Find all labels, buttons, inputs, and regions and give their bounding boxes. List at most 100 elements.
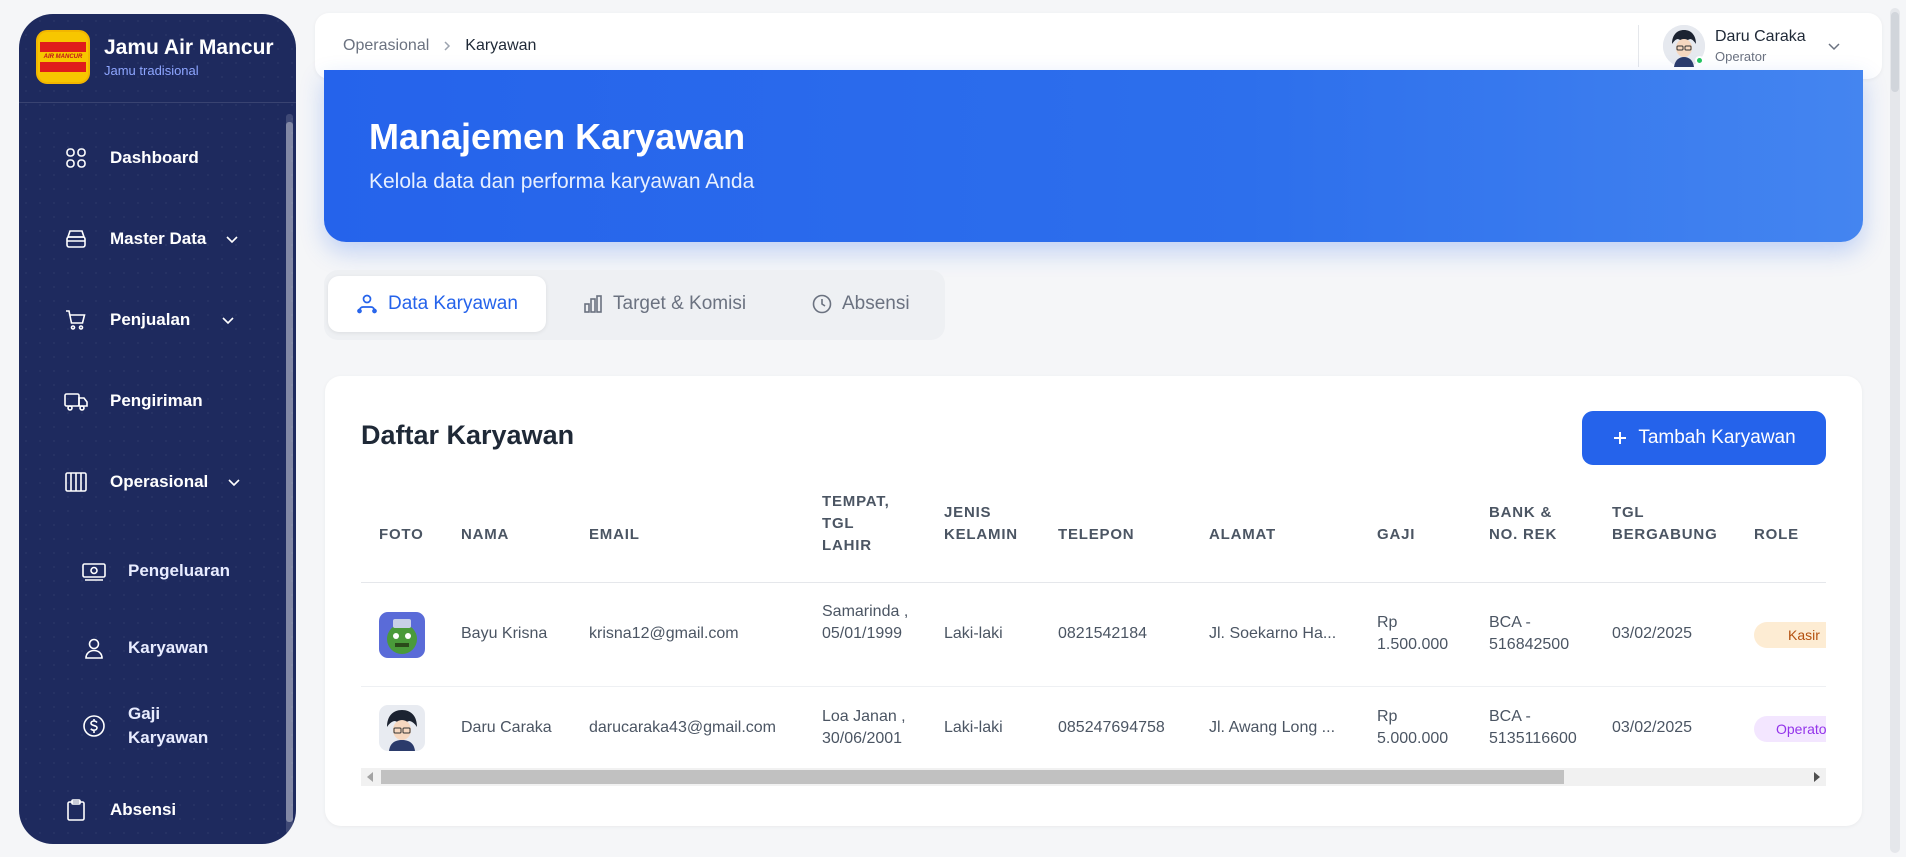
money-icon [80, 557, 108, 585]
role-badge: Kasir [1754, 622, 1826, 648]
sidebar-item-label: Dashboard [110, 148, 199, 167]
column-header-gaji[interactable]: GAJI [1377, 524, 1415, 546]
employee-photo [379, 705, 425, 751]
cell-ttl: Samarinda , 05/01/1999 [822, 603, 909, 642]
column-header-telepon[interactable]: TELEPON [1058, 524, 1134, 546]
cell-jenis-kelamin: Laki-laki [944, 719, 1003, 736]
tab-label: Data Karyawan [388, 293, 518, 314]
sidebar-item-pengeluaran[interactable]: Pengeluaran [80, 557, 230, 585]
page-title: Manajemen Karyawan [369, 116, 746, 157]
sidebar-item-absensi[interactable]: Absensi [62, 796, 176, 824]
bar-chart-icon [583, 294, 603, 314]
breadcrumb-parent[interactable]: Operasional [343, 37, 429, 55]
sidebar-item-label: Penjualan [110, 310, 191, 329]
breadcrumb-current: Karyawan [465, 37, 537, 54]
tab-bar: Data Karyawan Target & Komisi Absensi [324, 270, 945, 340]
cell-jenis-kelamin: Laki-laki [944, 625, 1003, 642]
cell-gaji: Rp 1.500.000 [1377, 614, 1449, 653]
sidebar-item-operasional[interactable]: Operasional [62, 468, 242, 496]
sidebar-item-dashboard[interactable]: Dashboard [62, 144, 199, 172]
chevron-down-icon[interactable] [1826, 38, 1842, 54]
column-header-tgl-bergabung[interactable]: TGL BERGABUNG [1612, 502, 1732, 546]
brand-title: Jamu Air Mancur [104, 36, 274, 59]
cell-nama: Daru Caraka [461, 719, 552, 736]
cell-ttl: Loa Janan , 30/06/2001 [822, 708, 906, 747]
logo-text: AIR MANCUR [43, 54, 83, 60]
clipboard-icon [62, 796, 90, 824]
sidebar-scrollbar[interactable] [286, 114, 293, 834]
user-role: Operator [1715, 49, 1767, 64]
tab-target-komisi[interactable]: Target & Komisi [583, 276, 746, 332]
table-header-divider [361, 582, 1826, 583]
employee-table: FOTO NAMA EMAIL TEMPAT, TGL LAHIR JENIS … [361, 488, 1826, 780]
add-button-label: Tambah Karyawan [1638, 427, 1796, 448]
sidebar-item-label: Karyawan [128, 638, 209, 657]
scroll-right-arrow-icon[interactable] [1814, 772, 1820, 782]
sidebar-item-label: Master Data [110, 229, 207, 248]
users-network-icon [356, 294, 378, 314]
cell-alamat: Jl. Soekarno Ha... [1209, 625, 1337, 642]
brand-subtitle: Jamu tradisional [104, 63, 199, 78]
cell-email: krisna12@gmail.com [589, 625, 739, 642]
cell-alamat: Jl. Awang Long ... [1209, 719, 1336, 736]
brand[interactable]: AIR MANCUR Jamu Air Mancur Jamu tradisio… [36, 30, 274, 84]
cell-nama: Bayu Krisna [461, 625, 548, 642]
cell-telepon: 085247694758 [1058, 719, 1165, 736]
sidebar-item-label: Gaji Karyawan [128, 704, 209, 747]
chevron-down-icon [226, 474, 242, 490]
column-header-foto[interactable]: FOTO [379, 524, 424, 546]
sidebar-item-karyawan[interactable]: Karyawan [80, 634, 208, 662]
user-name: Daru Caraka [1715, 28, 1806, 45]
cell-tgl-bergabung: 03/02/2025 [1612, 625, 1693, 642]
grid-icon [62, 144, 90, 172]
cell-bank: BCA - 516842500 [1489, 614, 1570, 653]
column-header-jenis-kelamin[interactable]: JENIS KELAMIN [944, 502, 1034, 546]
tab-data-karyawan[interactable]: Data Karyawan [328, 276, 546, 332]
tab-absensi[interactable]: Absensi [812, 276, 910, 332]
column-header-nama[interactable]: NAMA [461, 524, 509, 546]
user-icon [80, 634, 108, 662]
sidebar-item-label: Operasional [110, 472, 209, 491]
column-header-role[interactable]: ROLE [1754, 524, 1799, 546]
column-header-email[interactable]: EMAIL [589, 524, 640, 546]
sidebar-item-gaji-karyawan[interactable]: Gaji Karyawan [80, 702, 240, 750]
sidebar-item-pengiriman[interactable]: Pengiriman [62, 387, 203, 415]
page-scrollbar[interactable] [1890, 8, 1900, 853]
chevron-down-icon [220, 312, 236, 328]
cell-gaji: Rp 5.000.000 [1377, 708, 1449, 747]
employee-photo [379, 612, 425, 658]
column-header-ttl[interactable]: TEMPAT, TGL LAHIR [822, 491, 902, 557]
columns-icon [62, 468, 90, 496]
add-employee-button[interactable]: Tambah Karyawan [1582, 411, 1826, 465]
dollar-circle-icon [80, 712, 108, 740]
column-header-bank[interactable]: BANK & NO. REK [1489, 502, 1569, 546]
user-menu[interactable]: Daru Caraka Operator [1663, 25, 1842, 67]
sidebar-item-master-data[interactable]: Master Data [62, 225, 240, 253]
sidebar-item-label: Pengiriman [110, 391, 203, 410]
scrollbar-thumb[interactable] [381, 770, 1564, 784]
chevron-right-icon [441, 40, 453, 52]
role-badge: Operator [1754, 716, 1826, 742]
hero-banner: Manajemen Karyawan Kelola data dan perfo… [324, 70, 1863, 242]
cell-bank: BCA - 5135116600 [1489, 708, 1577, 747]
card-title: Daftar Karyawan [361, 420, 575, 450]
column-header-alamat[interactable]: ALAMAT [1209, 524, 1276, 546]
sidebar-item-label: Pengeluaran [128, 561, 231, 580]
truck-icon [62, 387, 90, 415]
employee-card: Daftar Karyawan Tambah Karyawan FOTO NAM… [325, 376, 1862, 826]
page-subtitle: Kelola data dan performa karyawan Anda [369, 170, 755, 193]
cart-icon [62, 306, 90, 334]
chevron-down-icon [224, 231, 240, 247]
row-divider [361, 686, 1826, 687]
plus-icon [1612, 430, 1628, 446]
cell-email: darucaraka43@gmail.com [589, 719, 776, 736]
breadcrumb: Operasional Karyawan [343, 37, 536, 55]
scroll-left-arrow-icon[interactable] [367, 772, 373, 782]
table-horizontal-scrollbar[interactable] [361, 768, 1826, 786]
tab-label: Target & Komisi [613, 293, 747, 314]
sidebar: AIR MANCUR Jamu Air Mancur Jamu tradisio… [19, 14, 296, 844]
topbar-divider [1638, 25, 1639, 67]
brand-logo: AIR MANCUR [36, 30, 90, 84]
sidebar-item-penjualan[interactable]: Penjualan [62, 306, 236, 334]
cell-tgl-bergabung: 03/02/2025 [1612, 719, 1693, 736]
